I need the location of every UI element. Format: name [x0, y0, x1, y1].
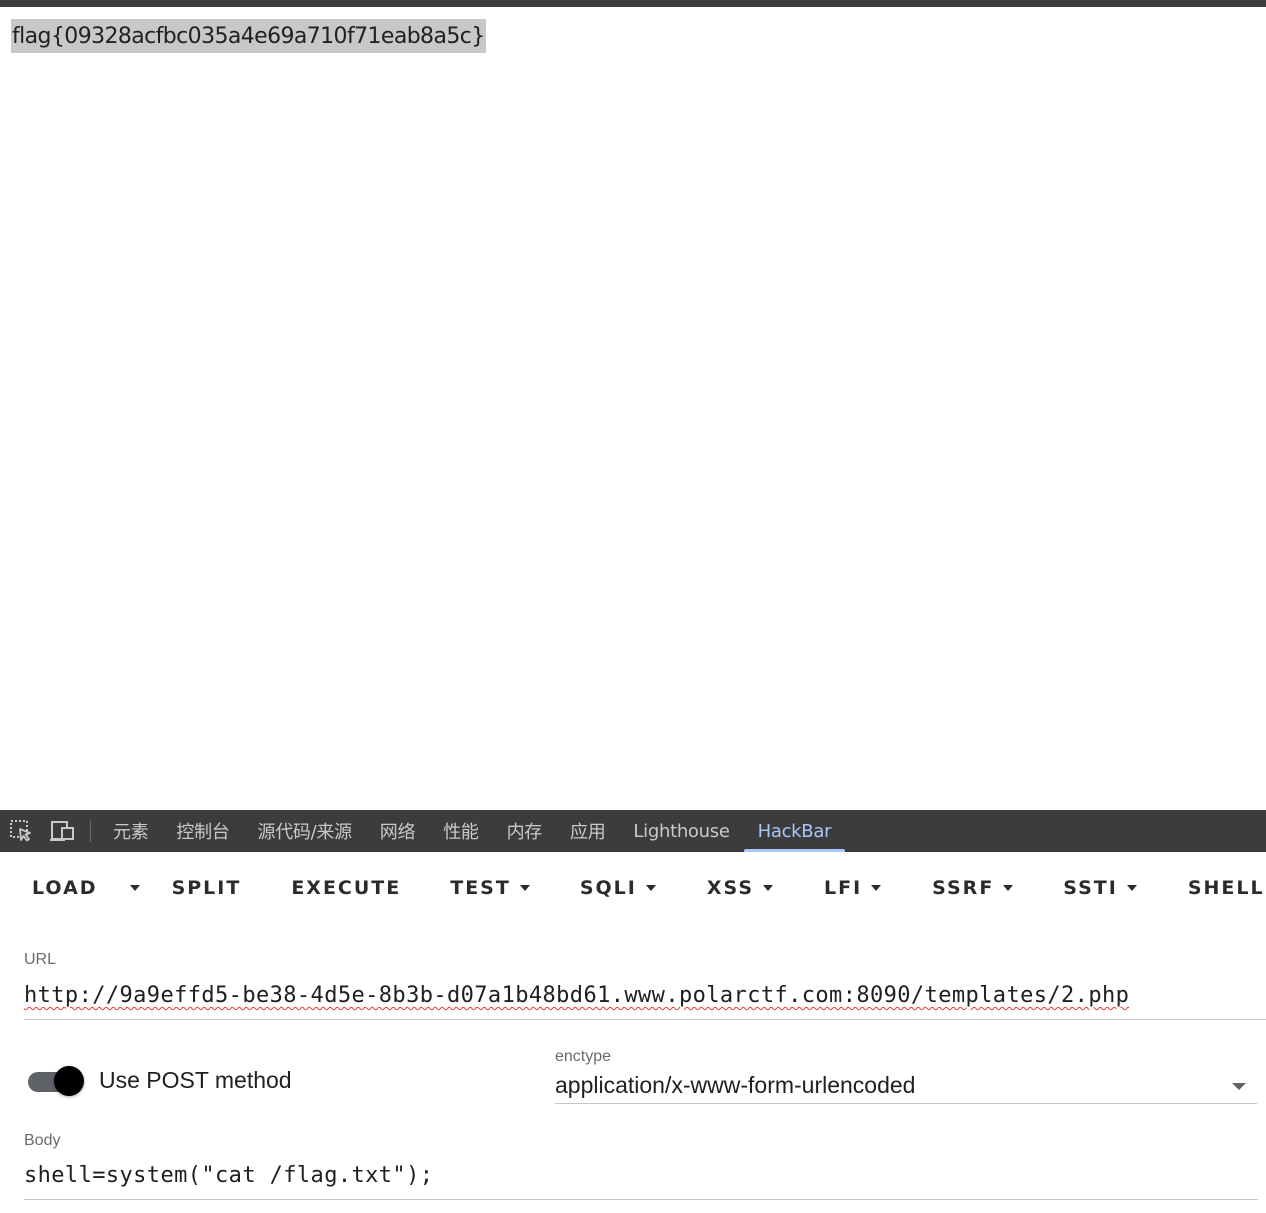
device-toolbar-icon[interactable] — [42, 810, 84, 852]
xss-menu-label: XSS — [706, 877, 755, 899]
shell-menu-button[interactable]: SHELL — [1188, 862, 1266, 914]
url-text: http://9a9effd5-be38-4d5e-8b3b-d07a1b48b… — [24, 983, 1130, 1008]
chevron-down-icon[interactable] — [1232, 1083, 1246, 1090]
lfi-menu-label: LFI — [824, 877, 863, 899]
window-top-strip — [0, 0, 1266, 7]
chevron-down-icon — [763, 885, 774, 891]
enctype-underline — [555, 1103, 1257, 1104]
load-dropdown-button[interactable] — [129, 862, 140, 914]
flag-text: flag{09328acfbc035a4e69a710f71eab8a5c} — [11, 19, 486, 53]
split-button[interactable]: SPLIT — [172, 862, 242, 914]
tab-hackbar[interactable]: HackBar — [743, 810, 846, 852]
test-menu-label: TEST — [450, 877, 511, 899]
ssrf-menu-button[interactable]: SSRF — [932, 862, 1014, 914]
xss-menu-button[interactable]: XSS — [706, 862, 774, 914]
chevron-down-icon — [129, 885, 140, 891]
shell-menu-label: SHELL — [1187, 877, 1265, 899]
body-label: Body — [24, 1132, 61, 1149]
lfi-menu-button[interactable]: LFI — [824, 862, 882, 914]
toolbar-divider — [90, 820, 91, 842]
body-underline — [24, 1199, 1258, 1200]
enctype-label: enctype — [555, 1048, 612, 1065]
tab-elements[interactable]: 元素 — [99, 810, 162, 852]
hackbar-toolbar: LOAD SPLIT EXECUTE TEST SQLI XSS LFI SSR… — [0, 862, 1266, 914]
hackbar-panel: LOAD SPLIT EXECUTE TEST SQLI XSS LFI SSR… — [0, 852, 1266, 1213]
ssrf-menu-label: SSRF — [932, 877, 995, 899]
url-label: URL — [24, 951, 57, 968]
chevron-down-icon — [519, 885, 530, 891]
tab-network[interactable]: 网络 — [366, 810, 429, 852]
chevron-down-icon — [871, 885, 882, 891]
execute-button[interactable]: EXECUTE — [291, 862, 401, 914]
page-viewport: flag{09328acfbc035a4e69a710f71eab8a5c} — [0, 7, 1266, 810]
devtools-tab-bar: 元素 控制台 源代码/来源 网络 性能 内存 应用 Lighthouse Hac… — [0, 810, 1266, 852]
tab-console[interactable]: 控制台 — [162, 810, 243, 852]
inspect-element-icon[interactable] — [0, 810, 42, 852]
chevron-down-icon — [1003, 885, 1014, 891]
enctype-select[interactable]: application/x-www-form-urlencoded — [555, 1072, 915, 1099]
ssti-menu-label: SSTI — [1063, 877, 1118, 899]
url-input[interactable]: http://9a9effd5-be38-4d5e-8b3b-d07a1b48b… — [24, 983, 1129, 1008]
chevron-down-icon — [1126, 885, 1137, 891]
toggle-knob — [54, 1066, 84, 1096]
load-button[interactable]: LOAD — [32, 862, 98, 914]
test-menu-button[interactable]: TEST — [450, 862, 530, 914]
tab-memory[interactable]: 内存 — [493, 810, 556, 852]
body-input[interactable]: shell=system("cat /flag.txt"); — [24, 1163, 433, 1188]
tab-sources[interactable]: 源代码/来源 — [244, 810, 366, 852]
url-underline — [24, 1019, 1266, 1020]
tab-application[interactable]: 应用 — [556, 810, 619, 852]
ssti-menu-button[interactable]: SSTI — [1063, 862, 1137, 914]
post-method-label: Use POST method — [99, 1067, 292, 1093]
post-method-toggle[interactable] — [26, 1064, 84, 1096]
tab-performance[interactable]: 性能 — [429, 810, 492, 852]
sqli-menu-label: SQLI — [579, 877, 637, 899]
tab-lighthouse[interactable]: Lighthouse — [619, 810, 743, 852]
sqli-menu-button[interactable]: SQLI — [580, 862, 656, 914]
chevron-down-icon — [645, 885, 656, 891]
